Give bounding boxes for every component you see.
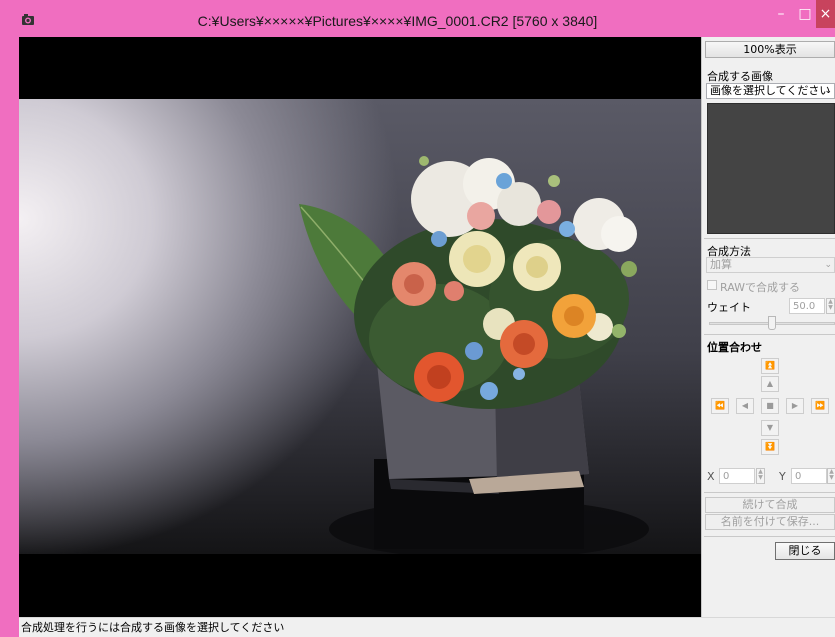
move-up-far-button[interactable]: ⏫ (761, 358, 779, 374)
weight-input[interactable]: 50.0 (789, 298, 825, 314)
x-offset-input[interactable]: 0 (719, 468, 755, 484)
minimize-button[interactable]: – (768, 0, 794, 28)
raw-composite-checkbox[interactable] (707, 280, 717, 290)
move-left-far-button[interactable]: ⏪ (711, 398, 729, 414)
move-center-button[interactable]: ■ (761, 398, 779, 414)
move-up-button[interactable]: ▲ (761, 376, 779, 392)
y-label: Y (779, 470, 786, 483)
move-right-far-button[interactable]: ⏩ (811, 398, 829, 414)
weight-label: ウェイト (707, 301, 751, 314)
close-window-button[interactable]: × (816, 0, 835, 28)
composite-image-label: 合成する画像 (707, 70, 773, 83)
divider (704, 492, 835, 493)
weight-spin-arrows[interactable]: ▲ ▼ (826, 298, 835, 314)
save-as-button[interactable]: 名前を付けて保存... (705, 514, 835, 530)
align-label: 位置合わせ (707, 341, 762, 354)
continue-composite-button[interactable]: 続けて合成 (705, 497, 835, 513)
move-right-button[interactable]: ▶ (786, 398, 804, 414)
status-message: 合成処理を行うには合成する画像を選択してください (21, 621, 285, 634)
zoom-100-button[interactable]: 100%表示 (705, 41, 835, 58)
method-select-value: 加算 (710, 258, 732, 271)
raw-composite-label: RAWで合成する (720, 281, 800, 294)
flower-arrangement-image (299, 156, 649, 554)
chevron-down-icon: ⌄ (824, 260, 832, 270)
composite-image-select[interactable]: 画像を選択してください ⌄ (706, 83, 835, 99)
move-down-button[interactable]: ▼ (761, 420, 779, 436)
composite-image-thumbnail (707, 103, 835, 234)
weight-slider-thumb[interactable] (768, 316, 776, 330)
preview-image (19, 99, 701, 554)
divider (704, 334, 835, 335)
x-spin-arrows[interactable]: ▲ ▼ (756, 468, 765, 484)
close-dialog-button[interactable]: 閉じる (775, 542, 835, 560)
status-bar: 合成処理を行うには合成する画像を選択してください (19, 617, 835, 637)
y-offset-input[interactable]: 0 (791, 468, 827, 484)
title-bar: C:¥Users¥×××××¥Pictures¥××××¥IMG_0001.CR… (0, 0, 835, 37)
window-title: C:¥Users¥×××××¥Pictures¥××××¥IMG_0001.CR… (197, 13, 598, 29)
divider (704, 536, 835, 537)
chevron-down-icon: ⌄ (824, 86, 832, 96)
y-spin-arrows[interactable]: ▲ ▼ (827, 468, 835, 484)
method-select[interactable]: 加算 ⌄ (706, 257, 835, 273)
move-left-button[interactable]: ◀ (736, 398, 754, 414)
window-frame-left (0, 37, 19, 637)
x-label: X (707, 470, 715, 483)
divider (704, 238, 835, 239)
move-down-far-button[interactable]: ⏬ (761, 439, 779, 455)
maximize-button[interactable]: □ (794, 0, 816, 28)
composite-image-select-value: 画像を選択してください (710, 84, 831, 97)
